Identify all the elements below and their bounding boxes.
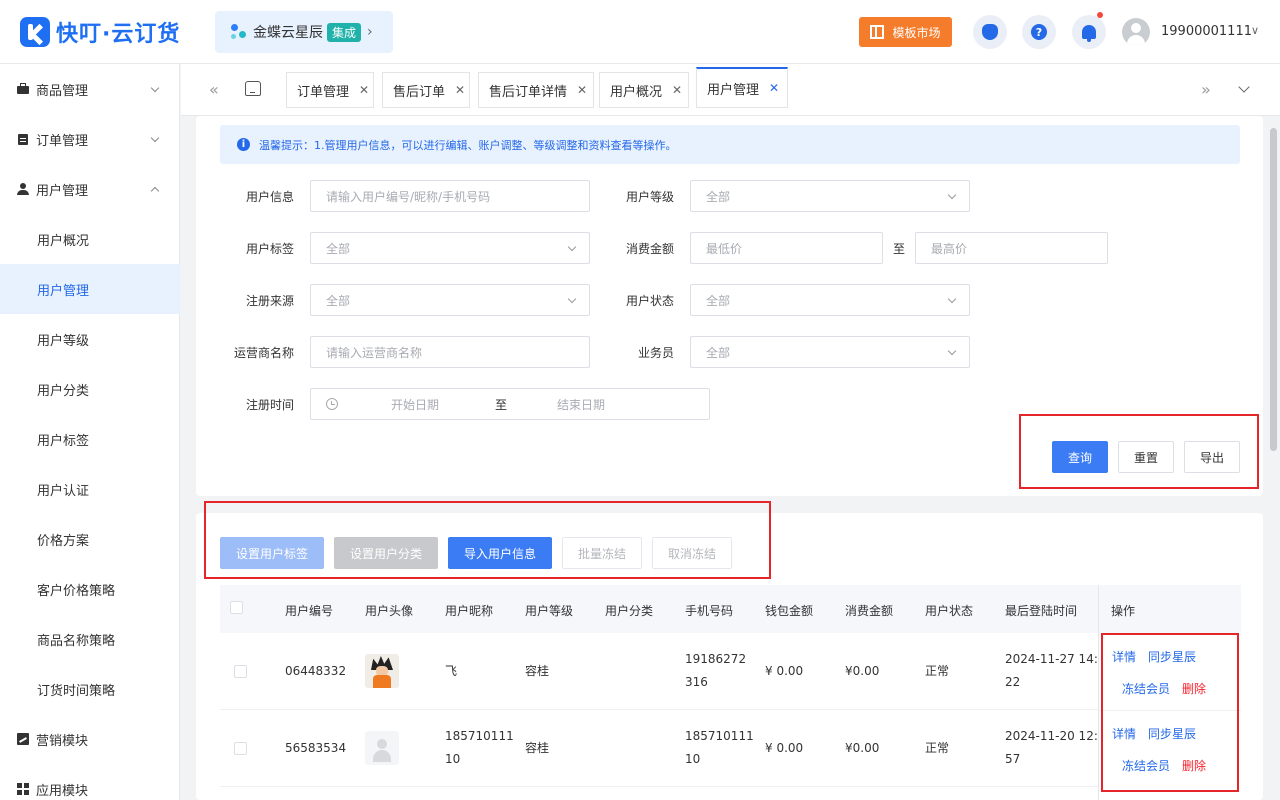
sidebar: 商品管理 订单管理 用户管理 用户概况 用户管理 用户等级 用户分类 用户标签 … — [0, 64, 180, 800]
sidebar-item-price-plan[interactable]: 价格方案 — [0, 514, 180, 564]
grid-icon — [17, 783, 29, 795]
integration-name: 金蝶云星辰 — [253, 25, 323, 41]
table-row: 56583534 185710111 10 容桂 185710111 10 ¥ … — [220, 710, 1240, 787]
template-market-label: 模板市场 — [892, 25, 941, 40]
label-user-info: 用户信息 — [245, 190, 294, 204]
logo-icon — [20, 17, 50, 47]
sidebar-group-goods[interactable]: 商品管理 — [0, 64, 180, 114]
row-checkbox[interactable] — [234, 742, 247, 755]
sidebar-item-order-time-policy[interactable]: 订货时间策略 — [0, 664, 180, 714]
notification-dot — [1097, 12, 1103, 18]
avatar[interactable] — [1122, 18, 1150, 46]
select-all-checkbox[interactable] — [230, 601, 243, 614]
chevron-right-icon: › — [367, 24, 373, 40]
info-icon: i — [237, 138, 250, 151]
user-avatar-image — [365, 654, 399, 688]
reg-time-range-picker[interactable]: 开始日期 至 结束日期 — [310, 388, 710, 420]
label-salesman: 业务员 — [637, 346, 674, 360]
label-user-level: 用户等级 — [625, 190, 674, 204]
bell-icon[interactable] — [1072, 12, 1106, 49]
user-status-select[interactable]: 全部 — [690, 284, 970, 316]
label-reg-time: 注册时间 — [245, 398, 294, 412]
user-phone[interactable]: 19900001111 — [1161, 24, 1252, 39]
user-level-select[interactable]: 全部 — [690, 180, 970, 212]
scroll-right-icon[interactable]: » — [1201, 80, 1211, 99]
label-reg-source: 注册来源 — [245, 294, 294, 308]
operator-input[interactable]: 请输入运营商名称 — [310, 336, 590, 368]
sidebar-item-user-overview[interactable]: 用户概况 — [0, 214, 180, 264]
home-icon[interactable] — [245, 81, 261, 96]
sidebar-item-user-management[interactable]: 用户管理 — [0, 264, 180, 314]
chevron-down-icon — [567, 294, 577, 304]
top-header: 快叮·云订货 金蝶云星辰 集成 › 模板市场 ? 19900001111 ∨ — [0, 0, 1280, 64]
sidebar-item-customer-price-policy[interactable]: 客户价格策略 — [0, 564, 180, 614]
vertical-scrollbar[interactable] — [1270, 128, 1277, 451]
highlight-box-actions — [1019, 414, 1259, 489]
integration-badge: 集成 — [327, 22, 362, 42]
highlight-box-operations — [1101, 633, 1239, 792]
tab-after-sale-orders[interactable]: 售后订单 ✕ — [382, 72, 470, 108]
chevron-down-icon — [150, 133, 160, 143]
close-icon[interactable]: ✕ — [455, 83, 465, 97]
sidebar-item-user-category[interactable]: 用户分类 — [0, 364, 180, 414]
tip-text: 温馨提示：1.管理用户信息，可以进行编辑、账户调整、等级调整和资料查看等操作。 — [259, 138, 677, 152]
spend-max-input[interactable]: 最高价 — [915, 232, 1108, 264]
user-info-input[interactable]: 请输入用户编号/昵称/手机号码 — [310, 180, 590, 212]
chevron-down-icon[interactable]: ∨ — [1251, 24, 1259, 37]
label-user-tag: 用户标签 — [245, 242, 294, 256]
user-icon — [17, 183, 29, 195]
logo[interactable]: 快叮·云订货 — [20, 16, 180, 48]
chart-icon — [17, 733, 29, 745]
sidebar-group-orders[interactable]: 订单管理 — [0, 114, 180, 164]
label-user-status: 用户状态 — [625, 294, 674, 308]
chevron-down-icon — [567, 242, 577, 252]
sidebar-item-user-level[interactable]: 用户等级 — [0, 314, 180, 364]
table-row: 06448332 飞 容桂 19186272 316 ¥ 0.00 ¥0.00 … — [220, 633, 1240, 710]
salesman-select[interactable]: 全部 — [690, 336, 970, 368]
close-icon[interactable]: ✕ — [672, 83, 682, 97]
chevron-down-icon — [947, 294, 957, 304]
chevron-down-icon — [947, 346, 957, 356]
scroll-left-icon[interactable]: « — [209, 80, 219, 99]
chevron-down-icon — [150, 83, 160, 93]
spend-min-input[interactable]: 最低价 — [690, 232, 883, 264]
briefcase-icon — [17, 83, 29, 95]
clipboard-icon — [17, 133, 29, 145]
tab-order-management[interactable]: 订单管理 ✕ — [286, 72, 374, 108]
sidebar-item-user-auth[interactable]: 用户认证 — [0, 464, 180, 514]
integration-switch[interactable]: 金蝶云星辰 集成 › — [215, 11, 393, 53]
reg-source-select[interactable]: 全部 — [310, 284, 590, 316]
chevron-up-icon — [150, 186, 160, 196]
tabs-bar: « 订单管理 ✕ 售后订单 ✕ 售后订单详情 ✕ 用户概况 ✕ 用户管理 ✕ » — [181, 64, 1280, 116]
tab-user-management[interactable]: 用户管理 ✕ — [696, 67, 788, 108]
row-checkbox[interactable] — [234, 665, 247, 678]
logo-text: 快叮·云订货 — [56, 22, 181, 47]
label-spend-amount: 消费金额 — [625, 242, 674, 256]
customer-service-icon[interactable] — [973, 15, 1007, 49]
close-icon[interactable]: ✕ — [577, 83, 587, 97]
kingdee-icon — [229, 22, 249, 42]
close-icon[interactable]: ✕ — [359, 83, 369, 97]
highlight-box-bulk — [204, 501, 771, 579]
sidebar-item-user-tag[interactable]: 用户标签 — [0, 414, 180, 464]
sidebar-group-users[interactable]: 用户管理 — [0, 164, 180, 214]
default-avatar-image — [365, 731, 399, 765]
tab-after-sale-detail[interactable]: 售后订单详情 ✕ — [478, 72, 594, 108]
table-header: 用户编号 用户头像 用户昵称 用户等级 用户分类 手机号码 钱包金额 消费金额 … — [220, 585, 1240, 633]
chevron-down-icon — [947, 190, 957, 200]
template-icon — [870, 25, 885, 39]
range-separator: 至 — [893, 242, 906, 256]
tip-banner: i 温馨提示：1.管理用户信息，可以进行编辑、账户调整、等级调整和资料查看等操作… — [220, 125, 1240, 164]
sidebar-group-marketing[interactable]: 营销模块 — [0, 714, 180, 764]
sidebar-item-goods-name-policy[interactable]: 商品名称策略 — [0, 614, 180, 664]
close-icon[interactable]: ✕ — [769, 81, 779, 95]
chevron-down-icon[interactable] — [1238, 81, 1250, 93]
template-market-button[interactable]: 模板市场 — [859, 17, 952, 47]
clock-icon — [326, 398, 338, 410]
sidebar-group-apps[interactable]: 应用模块 — [0, 764, 180, 800]
help-icon[interactable]: ? — [1022, 15, 1056, 49]
tab-user-overview[interactable]: 用户概况 ✕ — [599, 72, 689, 108]
label-operator: 运营商名称 — [233, 346, 294, 360]
user-tag-select[interactable]: 全部 — [310, 232, 590, 264]
